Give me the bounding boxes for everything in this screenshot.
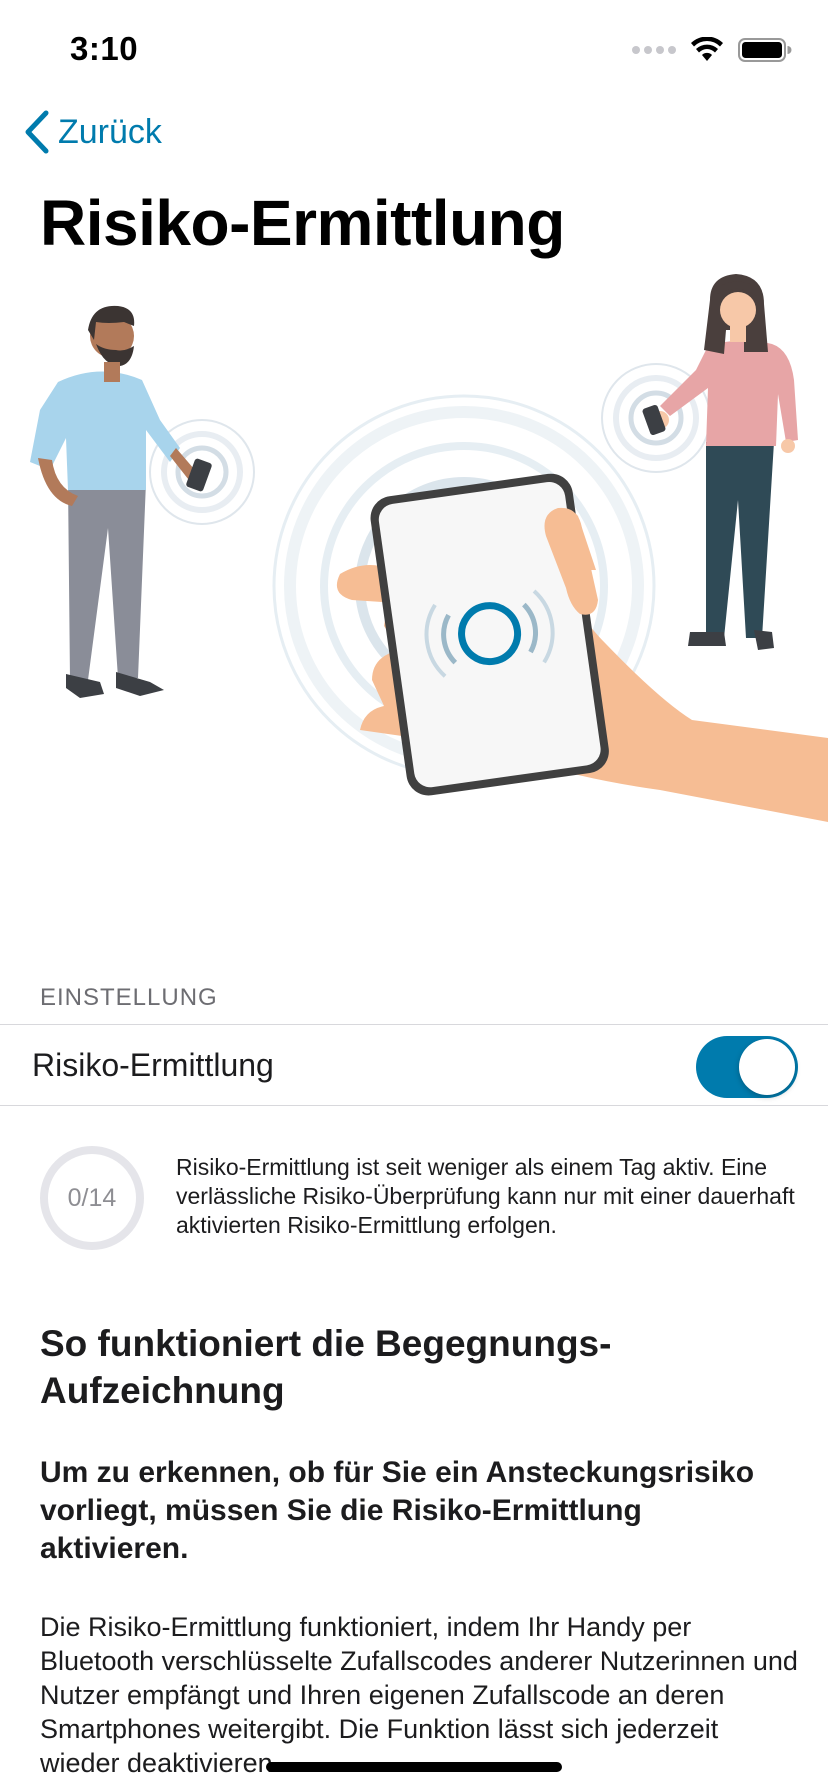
chevron-left-icon [25,110,49,154]
status-time: 3:10 [70,30,139,67]
risk-detection-toggle-label: Risiko-Ermittlung [32,1047,274,1083]
risk-detection-illustration [30,274,828,822]
home-indicator[interactable] [266,1762,562,1772]
back-button[interactable]: Zurück [24,106,162,158]
status-bar: 3:10 [0,0,828,96]
toggle-knob [739,1039,795,1095]
battery-icon [738,38,792,62]
wifi-icon [691,37,723,61]
how-it-works-title: So funktioniert die Begegnungs-Aufzeichn… [40,1323,612,1411]
status-icons [632,34,792,66]
signal-icon [632,46,676,54]
risk-detection-setting-row: Risiko-Ermittlung [0,1024,828,1106]
active-days-description: Risiko-Ermittlung ist seit weniger als e… [176,1154,795,1238]
back-button-label: Zurück [58,112,162,151]
woman-figure [601,274,798,650]
risk-detection-toggle[interactable] [696,1036,798,1098]
man-figure [30,305,255,698]
page-title: Risiko-Ermittlung [40,187,565,259]
active-days-count: 0/14 [67,1183,117,1212]
how-it-works-body: Die Risiko-Ermittlung funktioniert, inde… [40,1612,798,1778]
settings-section-header: EINSTELLUNG [40,984,218,1011]
how-it-works-subtitle: Um zu erkennen, ob für Sie ein Ansteckun… [40,1456,755,1565]
